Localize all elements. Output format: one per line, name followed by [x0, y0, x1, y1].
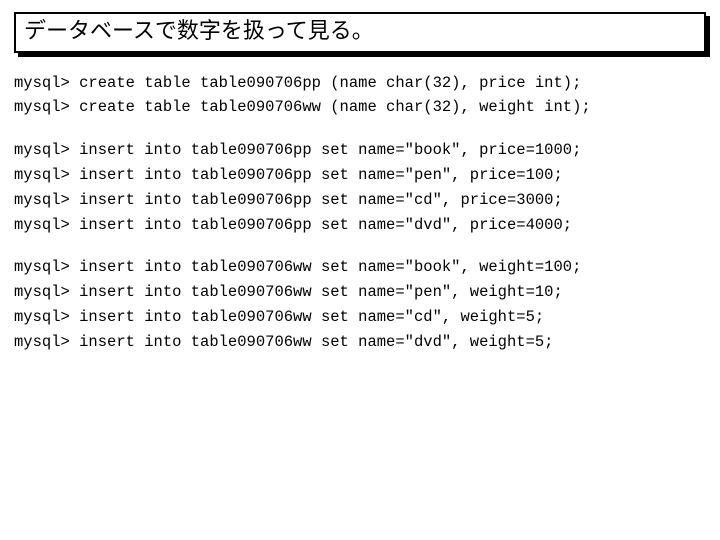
code-create: mysql> create table table090706pp (name …: [14, 71, 706, 121]
page-title: データベースで数字を扱って見る。: [14, 12, 706, 53]
code-insert-pp: mysql> insert into table090706pp set nam…: [14, 138, 706, 237]
title-box: データベースで数字を扱って見る。: [14, 12, 706, 53]
code-insert-ww: mysql> insert into table090706ww set nam…: [14, 255, 706, 354]
